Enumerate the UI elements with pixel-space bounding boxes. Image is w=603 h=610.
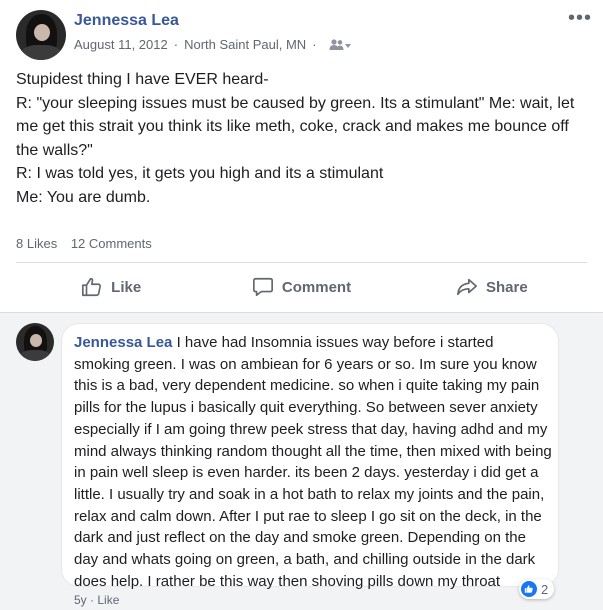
comment-text: I have had Insomnia issues way before i … [74,334,552,590]
post-counts: 8 Likes 12 Comments [16,236,162,251]
post-line: R: "your sleeping issues must be caused … [16,94,575,159]
thumbs-up-icon [82,277,102,297]
post-actions: Like Comment Share [16,266,587,308]
post-location[interactable]: North Saint Paul, MN [184,37,306,52]
friends-icon[interactable] [329,38,351,51]
post-line: R: I was told yes, it gets you high and … [16,165,384,182]
comment-author-name[interactable]: Jennessa Lea [74,334,172,351]
post-line: Stupidest thing I have EVER heard- [16,71,269,88]
post-meta: August 11, 2012 · North Saint Paul, MN · [74,37,351,52]
comment-label: Comment [281,278,352,296]
like-reaction-icon [521,581,537,597]
comment-age[interactable]: 5y [74,593,87,607]
author-avatar[interactable] [16,10,66,60]
comments-count[interactable]: 12 Comments [71,236,152,251]
comment-like-link[interactable]: Like [97,593,119,607]
post-author-name[interactable]: Jennessa Lea [74,12,179,30]
divider [16,262,587,263]
share-icon [456,278,477,296]
post-card: Jennessa Lea August 11, 2012 · North Sai… [0,0,603,313]
comment-meta-separator: · [90,593,95,607]
comment-text-block: Jennessa Lea I have had Insomnia issues … [74,332,552,592]
reaction-badge[interactable]: 2 [519,579,555,599]
reaction-count: 2 [541,581,549,597]
share-label: Share [485,278,528,296]
post-body: Stupidest thing I have EVER heard- R: "y… [16,68,591,209]
commenter-avatar[interactable] [16,323,54,361]
post-date[interactable]: August 11, 2012 [74,37,168,52]
share-button[interactable]: Share [397,266,587,308]
comment-bubble: Jennessa Lea I have had Insomnia issues … [61,323,559,590]
comment-button[interactable]: Comment [206,266,396,308]
comment-meta: 5y · Like [74,593,119,607]
like-button[interactable]: Like [16,266,206,308]
comment-icon [252,277,273,297]
meta-separator-2: · [312,37,317,52]
comments-section: Jennessa Lea I have had Insomnia issues … [0,313,603,610]
like-label: Like [111,278,142,296]
meta-separator: · [173,37,179,52]
ellipsis-icon[interactable]: ••• [568,8,592,28]
likes-count[interactable]: 8 Likes [16,236,57,251]
post-line: Me: You are dumb. [16,188,151,206]
